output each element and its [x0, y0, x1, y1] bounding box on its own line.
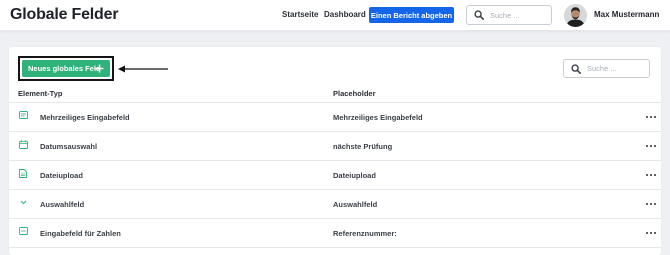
table-row[interactable]: Auswahlfeld Auswahlfeld — [9, 189, 661, 218]
header-search[interactable] — [466, 5, 552, 25]
element-type: Datumsauswahl — [40, 142, 98, 151]
nav-link-dashboard[interactable]: Dashboard — [324, 10, 366, 19]
search-icon — [571, 63, 581, 74]
pointer-arrow-icon — [118, 65, 168, 73]
placeholder-value: Referenznummer: — [333, 229, 397, 238]
column-header-element-type: Element-Typ — [18, 89, 63, 98]
element-type: Auswahlfeld — [40, 200, 85, 209]
file-icon — [19, 169, 27, 178]
plus-icon — [95, 64, 104, 73]
nav-link-startseite[interactable]: Startseite — [282, 10, 318, 19]
more-options-icon[interactable] — [645, 113, 657, 121]
new-global-field-button[interactable]: Neues globales Feld — [22, 60, 110, 77]
table-row[interactable]: Eingabefeld für Zahlen Referenznummer: — [9, 218, 661, 247]
header-search-input[interactable] — [490, 10, 546, 20]
element-type: Eingabefeld für Zahlen — [40, 229, 121, 238]
top-header: Globale Felder Startseite Dashboard Eine… — [0, 0, 670, 31]
user-avatar-icon — [564, 4, 587, 27]
table-row[interactable]: Datumsauswahl nächste Prüfung — [9, 131, 661, 160]
search-icon — [474, 10, 484, 20]
placeholder-value: Mehrzeiliges Eingabefeld — [333, 113, 423, 122]
page-title: Globale Felder — [10, 6, 119, 23]
new-global-field-label: Neues globales Feld — [28, 64, 101, 73]
column-header-placeholder: Placeholder — [333, 89, 376, 98]
element-type: Mehrzeiliges Eingabefeld — [40, 113, 130, 122]
element-type: Dateiupload — [40, 171, 83, 180]
more-options-icon[interactable] — [645, 142, 657, 150]
fields-search[interactable] — [563, 59, 650, 78]
fields-search-input[interactable] — [587, 64, 643, 73]
table-row-divider — [9, 247, 661, 255]
more-options-icon[interactable] — [645, 200, 657, 208]
user-name[interactable]: Max Mustermann — [594, 10, 659, 19]
placeholder-value: Dateiupload — [333, 171, 376, 180]
avatar[interactable] — [564, 4, 587, 27]
table-row[interactable]: Dateiupload Dateiupload — [9, 160, 661, 189]
number-field-icon — [19, 227, 28, 235]
more-options-icon[interactable] — [645, 229, 657, 237]
multiline-textfield-icon — [19, 111, 28, 119]
placeholder-value: Auswahlfeld — [333, 200, 378, 209]
more-options-icon[interactable] — [645, 171, 657, 179]
table-row[interactable]: Mehrzeiliges Eingabefeld Mehrzeiliges Ei… — [9, 102, 661, 131]
submit-report-button[interactable]: Einen Bericht abgeben — [369, 7, 454, 23]
placeholder-value: nächste Prüfung — [333, 142, 393, 151]
calendar-icon — [19, 140, 28, 149]
chevron-down-icon — [20, 200, 27, 205]
